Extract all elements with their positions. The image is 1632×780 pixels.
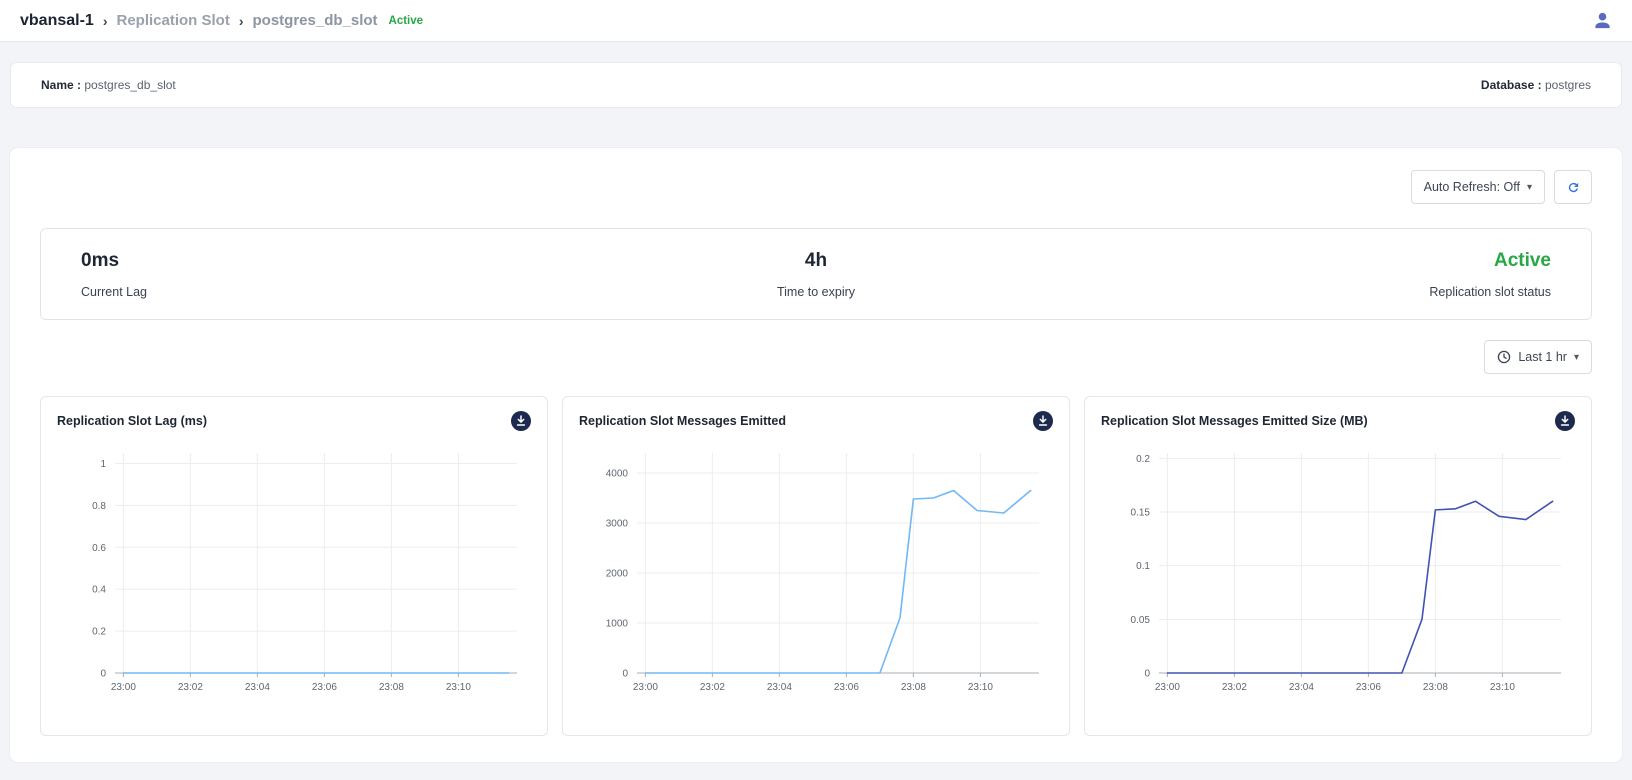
svg-text:3000: 3000: [606, 519, 629, 530]
slot-name-label: Name :: [41, 78, 81, 92]
summary-stats: 0ms Current Lag 4h Time to expiry Active…: [40, 228, 1592, 320]
svg-text:23:00: 23:00: [111, 682, 136, 693]
svg-text:23:04: 23:04: [245, 682, 270, 693]
slot-name-field: Name : postgres_db_slot: [41, 78, 176, 92]
auto-refresh-dropdown[interactable]: Auto Refresh: Off ▾: [1411, 170, 1545, 204]
download-icon[interactable]: [1555, 411, 1575, 431]
stat-value: 4h: [571, 250, 1061, 272]
charts-row: Replication Slot Lag (ms) 0 0.2 0.4 0.6 0.8 1…: [40, 396, 1592, 736]
chart-card-messages-emitted-size: Replication Slot Messages Emitted Size (…: [1084, 396, 1592, 736]
svg-text:0: 0: [100, 669, 106, 680]
svg-text:0.4: 0.4: [92, 585, 106, 596]
chart-header: Replication Slot Messages Emitted: [579, 411, 1053, 431]
time-range-dropdown[interactable]: Last 1 hr ▾: [1484, 340, 1592, 374]
svg-text:2000: 2000: [606, 569, 629, 580]
svg-text:23:08: 23:08: [901, 682, 926, 693]
stat-label: Replication slot status: [1061, 285, 1551, 299]
svg-text:0.1: 0.1: [1136, 561, 1150, 572]
download-icon[interactable]: [511, 411, 531, 431]
breadcrumb-cluster-link[interactable]: vbansal-1: [20, 12, 94, 30]
chart-header: Replication Slot Messages Emitted Size (…: [1101, 411, 1575, 431]
stat-current-lag: 0ms Current Lag: [81, 250, 571, 299]
chart-card-messages-emitted: Replication Slot Messages Emitted 0 1000 2…: [562, 396, 1070, 736]
download-icon[interactable]: [1033, 411, 1053, 431]
auto-refresh-label: Auto Refresh: Off: [1424, 180, 1520, 194]
svg-text:23:00: 23:00: [633, 682, 658, 693]
svg-text:23:10: 23:10: [968, 682, 993, 693]
refresh-button[interactable]: [1554, 170, 1592, 204]
svg-text:23:04: 23:04: [767, 682, 792, 693]
chart-title: Replication Slot Lag (ms): [57, 414, 207, 428]
chart-title: Replication Slot Messages Emitted: [579, 414, 786, 428]
user-avatar-icon[interactable]: [1593, 11, 1612, 30]
chevron-right-icon: ›: [239, 14, 244, 28]
svg-text:23:04: 23:04: [1289, 682, 1314, 693]
svg-text:23:06: 23:06: [834, 682, 859, 693]
stat-time-to-expiry: 4h Time to expiry: [571, 250, 1061, 299]
svg-text:0.2: 0.2: [92, 627, 106, 638]
svg-text:0.05: 0.05: [1131, 615, 1151, 626]
svg-text:1000: 1000: [606, 619, 629, 630]
slot-info-bar: Name : postgres_db_slot Database : postg…: [10, 62, 1622, 108]
slot-database-field: Database : postgres: [1481, 78, 1591, 92]
stat-value: 0ms: [81, 250, 571, 272]
chevron-right-icon: ›: [103, 14, 108, 28]
time-range-toolbar: Last 1 hr ▾: [40, 340, 1592, 374]
breadcrumb-current-slot: postgres_db_slot: [253, 12, 378, 29]
slot-database-value: postgres: [1545, 78, 1591, 92]
line-chart: 0 0.2 0.4 0.6 0.8 1 23:00 23:02 23:04 23:06 23:08 2…: [57, 439, 531, 705]
stat-label: Time to expiry: [571, 285, 1061, 299]
svg-text:0: 0: [622, 669, 628, 680]
time-range-label: Last 1 hr: [1518, 350, 1567, 364]
svg-text:0: 0: [1144, 669, 1150, 680]
svg-text:0.8: 0.8: [92, 501, 106, 512]
svg-text:4000: 4000: [606, 469, 629, 480]
svg-text:23:00: 23:00: [1155, 682, 1180, 693]
stat-slot-status: Active Replication slot status: [1061, 250, 1551, 299]
line-chart: 0 1000 2000 3000 4000 23:00 23:02 23:04 23:06 23:…: [579, 439, 1053, 705]
refresh-toolbar: Auto Refresh: Off ▾: [40, 170, 1592, 204]
svg-text:1: 1: [100, 459, 106, 470]
svg-text:23:02: 23:02: [1222, 682, 1247, 693]
svg-text:23:10: 23:10: [1490, 682, 1515, 693]
clock-icon: [1497, 350, 1511, 364]
line-chart: 0 0.05 0.1 0.15 0.2 23:00 23:02 23:04 23:06 23:08…: [1101, 439, 1575, 705]
stat-label: Current Lag: [81, 285, 571, 299]
metrics-panel: Auto Refresh: Off ▾ 0ms Current Lag 4h T…: [10, 148, 1622, 762]
stat-value: Active: [1061, 250, 1551, 272]
svg-text:23:02: 23:02: [178, 682, 203, 693]
breadcrumb: vbansal-1 › Replication Slot › postgres_…: [20, 12, 423, 30]
slot-database-label: Database :: [1481, 78, 1542, 92]
chevron-down-icon: ▾: [1527, 182, 1532, 193]
svg-text:23:08: 23:08: [1423, 682, 1448, 693]
svg-text:23:08: 23:08: [379, 682, 404, 693]
svg-text:23:06: 23:06: [312, 682, 337, 693]
svg-text:0.15: 0.15: [1131, 508, 1151, 519]
chevron-down-icon: ▾: [1574, 352, 1579, 363]
refresh-icon: [1566, 180, 1581, 195]
chart-title: Replication Slot Messages Emitted Size (…: [1101, 414, 1368, 428]
svg-text:0.6: 0.6: [92, 543, 106, 554]
breadcrumb-section-link[interactable]: Replication Slot: [116, 12, 229, 29]
svg-text:23:06: 23:06: [1356, 682, 1381, 693]
top-nav-bar: vbansal-1 › Replication Slot › postgres_…: [0, 0, 1632, 42]
svg-text:0.2: 0.2: [1136, 454, 1150, 465]
chart-header: Replication Slot Lag (ms): [57, 411, 531, 431]
svg-text:23:10: 23:10: [446, 682, 471, 693]
slot-name-value: postgres_db_slot: [84, 78, 175, 92]
svg-text:23:02: 23:02: [700, 682, 725, 693]
slot-status-badge: Active: [389, 15, 424, 27]
chart-card-replication-lag: Replication Slot Lag (ms) 0 0.2 0.4 0.6 0.8 1…: [40, 396, 548, 736]
